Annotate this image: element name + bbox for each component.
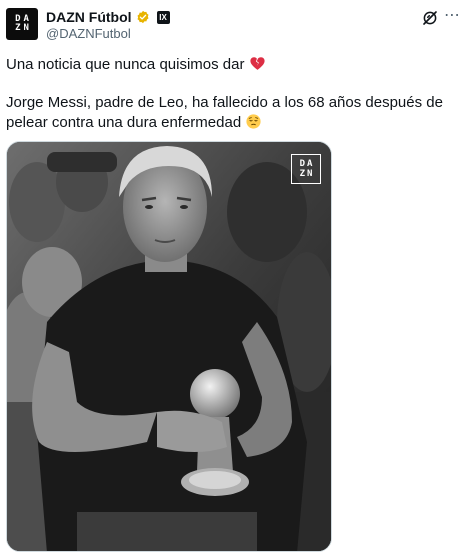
avatar[interactable]: DA ZN (6, 8, 38, 40)
grok-icon[interactable] (421, 9, 439, 27)
tweet-text-2: Jorge Messi, padre de Leo, ha fallecido … (6, 94, 443, 131)
tweet-text-1: Una noticia que nunca quisimos dar (6, 56, 245, 73)
dazn-watermark: DA ZN (291, 154, 321, 184)
tweet-card: DA ZN DAZN Fútbol IX @DAZNFutbol ⋯ Una n… (0, 0, 458, 558)
pensive-face-icon (246, 114, 261, 129)
tweet-text-line2: Jorge Messi, padre de Leo, ha fallecido … (6, 93, 456, 133)
account-handle[interactable]: @DAZNFutbol (46, 26, 131, 41)
tweet-text-line1: Una noticia que nunca quisimos dar (6, 55, 266, 75)
watermark-bottom: ZN (299, 169, 315, 179)
broken-heart-icon (250, 57, 265, 70)
account-name-row: DAZN Fútbol IX (46, 8, 170, 26)
photo-illustration (7, 142, 331, 551)
verified-badge-icon (137, 10, 149, 24)
watermark-top: DA (299, 159, 315, 169)
tweet-media-photo[interactable]: DA ZN (6, 141, 332, 552)
account-name[interactable]: DAZN Fútbol (46, 9, 132, 25)
more-options-icon[interactable]: ⋯ (444, 7, 458, 27)
avatar-logo-bottom: ZN (15, 23, 32, 33)
affiliate-badge-icon[interactable]: IX (156, 10, 170, 24)
